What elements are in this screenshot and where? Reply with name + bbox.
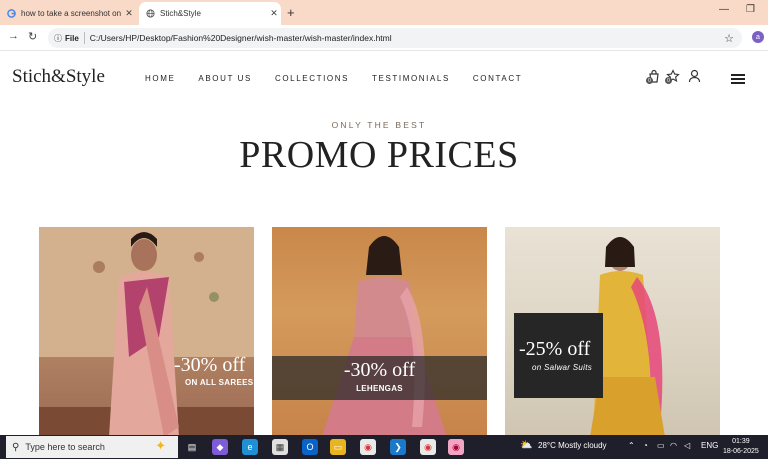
cart-count-badge: 0 — [646, 77, 653, 84]
browser-tab-inactive[interactable]: how to take a screenshot on wi ✕ — [2, 2, 136, 25]
user-icon[interactable] — [688, 69, 701, 86]
clock-date: 18-06-2025 — [723, 448, 759, 455]
chrome-icon[interactable]: ◉ — [360, 439, 376, 455]
wishlist-count-badge: 0 — [665, 77, 672, 84]
clock-time: 01:39 — [732, 438, 750, 445]
taskbar-clock[interactable]: 01:39 18-06-2025 — [723, 437, 759, 457]
promo-discount: -30% off — [343, 359, 416, 381]
promo-label: on Salwar Suits — [532, 363, 593, 372]
store-icon[interactable]: ▦ — [272, 439, 288, 455]
reload-icon[interactable]: ↻ — [28, 30, 37, 43]
bookmark-star-icon[interactable]: ☆ — [724, 32, 734, 45]
info-icon[interactable]: ⓘ — [54, 33, 62, 44]
task-view-icon[interactable]: ▤ — [184, 439, 200, 455]
browser-toolbar: → ↻ ⓘ File C:/Users/HP/Desktop/Fashion%2… — [0, 25, 768, 51]
restore-icon[interactable]: ❐ — [746, 4, 755, 15]
forward-icon[interactable]: → — [8, 30, 19, 42]
network-icon[interactable]: ◔ — [643, 441, 648, 450]
search-icon: ⚲ — [12, 441, 20, 453]
chrome-icon[interactable]: ◉ — [420, 439, 436, 455]
file-explorer-icon[interactable]: ▭ — [330, 439, 346, 455]
weather-text[interactable]: 28°C Mostly cloudy — [538, 441, 607, 450]
browser-tab-strip: how to take a screenshot on wi ✕ Stich&S… — [0, 0, 768, 25]
browser-tab-active[interactable]: Stich&Style ✕ — [139, 2, 281, 25]
battery-icon[interactable]: ▭ — [657, 441, 665, 450]
profile-avatar[interactable]: a — [752, 31, 764, 43]
scheme-label: File — [65, 33, 79, 43]
lehenga-model-image — [322, 236, 447, 435]
weather-icon[interactable]: ⛅ — [520, 440, 532, 451]
taskbar-search-box[interactable]: ⚲ Type here to search ✦ — [6, 436, 178, 458]
section-heading: PROMO PRICES — [239, 134, 519, 176]
site-logo[interactable]: Stich&Style — [12, 66, 105, 88]
nav-about-us[interactable]: ABOUT US — [198, 74, 252, 83]
promo-card-lehengas[interactable]: -30% off LEHENGAS — [272, 227, 487, 435]
globe-icon — [145, 9, 155, 19]
close-tab-icon[interactable]: ✕ — [267, 8, 281, 19]
promo-discount: -25% off — [519, 338, 591, 360]
saree-model-image — [39, 227, 254, 435]
nav-contact[interactable]: CONTACT — [473, 74, 522, 83]
address-bar[interactable]: ⓘ File C:/Users/HP/Desktop/Fashion%20Des… — [48, 28, 742, 48]
nav-collections[interactable]: COLLECTIONS — [275, 74, 349, 83]
chrome-profile-icon[interactable]: ◉ — [448, 439, 464, 455]
main-nav: HOME ABOUT US COLLECTIONS TESTIMONIALS C… — [145, 74, 522, 83]
sparkle-icon: ✦ — [155, 438, 166, 453]
outlook-icon[interactable]: O — [302, 439, 318, 455]
tab-title: how to take a screenshot on wi — [21, 9, 122, 18]
url-text[interactable]: C:/Users/HP/Desktop/Fashion%20Designer/w… — [90, 33, 724, 43]
chevron-up-icon[interactable]: ⌃ — [628, 441, 635, 450]
promo-label: ON ALL SAREES — [185, 378, 254, 387]
promo-card-sarees[interactable]: -30% off ON ALL SAREES — [39, 227, 254, 435]
windows-taskbar: ⚲ Type here to search ✦ ▤ ◆ e ▦ O ▭ ◉ ❯ … — [0, 435, 768, 459]
promo-label: LEHENGAS — [356, 384, 403, 393]
website-page: Stich&Style HOME ABOUT US COLLECTIONS TE… — [0, 52, 768, 435]
section-kicker: ONLY THE BEST — [331, 120, 427, 130]
vscode-icon[interactable]: ❯ — [390, 439, 406, 455]
promo-card-salwar-suits[interactable]: -25% off on Salwar Suits — [505, 227, 720, 435]
nav-home[interactable]: HOME — [145, 74, 175, 83]
search-placeholder: Type here to search — [25, 442, 105, 452]
google-icon — [6, 9, 16, 19]
promo-discount: -30% off — [174, 354, 246, 376]
wifi-icon[interactable]: ◠ — [670, 441, 677, 450]
nav-testimonials[interactable]: TESTIMONIALS — [372, 74, 450, 83]
language-indicator[interactable]: ENG — [701, 441, 718, 450]
divider — [83, 32, 85, 44]
close-tab-icon[interactable]: ✕ — [122, 8, 136, 19]
copilot-icon[interactable]: ◆ — [212, 439, 228, 455]
edge-icon[interactable]: e — [242, 439, 258, 455]
minimize-icon[interactable]: — — [719, 4, 729, 15]
new-tab-button[interactable]: + — [287, 5, 295, 20]
tab-title: Stich&Style — [160, 9, 201, 18]
speaker-icon[interactable]: ◁ — [684, 441, 690, 450]
hamburger-menu-icon[interactable] — [731, 74, 745, 86]
